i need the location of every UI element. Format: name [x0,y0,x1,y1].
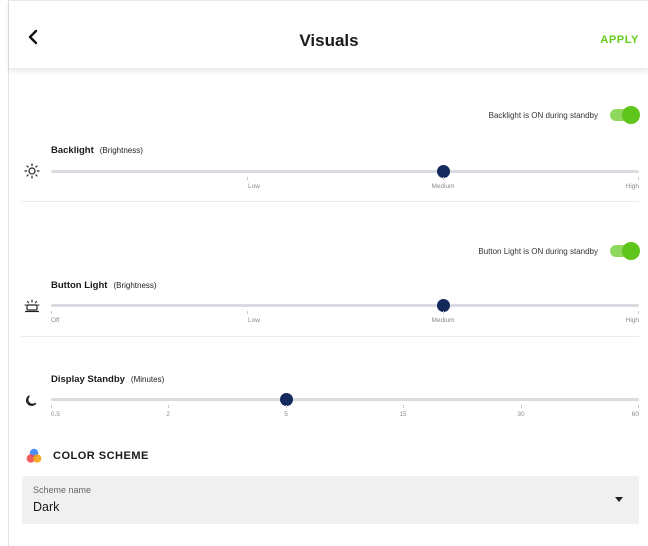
backlight-slider[interactable]: Low Medium High [51,165,639,190]
standby-tick-0-5: 0.5 [51,411,61,418]
scheme-name-label: Scheme name [33,485,92,495]
backlight-standby-label: Backlight is ON during standby [488,110,598,120]
tick-mark [638,311,639,314]
standby-tick-30: 30 [517,411,525,418]
tick-mark [168,405,169,408]
backlight-standby-toggle[interactable] [610,106,640,124]
button-light-tick-off: Off [51,317,60,324]
moon-icon [23,391,41,409]
backlight-title: Backlight (Brightness) [51,145,143,156]
backlight-tick-high: High [625,183,639,190]
divider [21,336,639,337]
dropdown-arrow-icon [615,497,623,502]
tick-mark [638,405,639,408]
backlight-subtitle: (Brightness) [99,146,143,155]
tick-mark [247,177,248,180]
button-light-tick-medium: Medium [431,317,455,324]
apply-button[interactable]: APPLY [600,34,639,46]
standby-tick-15: 15 [399,411,407,418]
display-standby-title-text: Display Standby [51,374,125,385]
backlight-title-text: Backlight [51,145,94,156]
tick-mark [521,405,522,408]
button-light-standby-toggle[interactable] [610,242,640,260]
display-standby-slider[interactable]: 0.5 2 5 15 30 60 [51,393,639,418]
standby-tick-5: 5 [284,411,288,418]
tick-mark [51,311,52,314]
button-light-title-text: Button Light [51,280,108,291]
color-palette-icon [26,448,42,463]
standby-tick-60: 60 [631,411,639,418]
button-light-slider[interactable]: Off Low Medium High [51,299,639,324]
display-standby-subtitle: (Minutes) [130,375,165,384]
tick-mark [247,311,248,314]
button-light-subtitle: (Brightness) [113,281,157,290]
button-light-tick-high: High [625,317,639,324]
button-light-icon [23,297,41,315]
display-standby-title: Display Standby (Minutes) [51,374,164,385]
button-light-standby-label: Button Light is ON during standby [478,246,598,256]
standby-tick-2: 2 [166,411,170,418]
tick-mark [403,405,404,408]
color-scheme-header: COLOR SCHEME [25,447,149,465]
scheme-name-select[interactable]: Scheme name Dark [22,476,639,524]
sun-icon [23,162,41,180]
scheme-name-value: Dark [33,500,60,514]
button-light-standby-row: Button Light is ON during standby [478,242,640,260]
backlight-standby-row: Backlight is ON during standby [488,106,640,124]
tick-mark [443,177,444,180]
tick-mark [51,405,52,408]
backlight-tick-low: Low [248,183,260,190]
divider [21,201,639,202]
tick-mark [638,177,639,180]
backlight-tick-medium: Medium [431,183,455,190]
top-bar: Visuals APPLY [9,0,648,68]
page-title: Visuals [299,31,359,50]
tick-mark [443,311,444,314]
toggle-knob [622,242,640,260]
color-scheme-title: COLOR SCHEME [53,450,149,462]
toggle-knob [622,106,640,124]
button-light-tick-low: Low [248,317,260,324]
tick-mark [286,405,287,408]
button-light-title: Button Light (Brightness) [51,280,157,291]
visuals-screen: Visuals APPLY Backlight is ON during sta… [8,0,648,546]
